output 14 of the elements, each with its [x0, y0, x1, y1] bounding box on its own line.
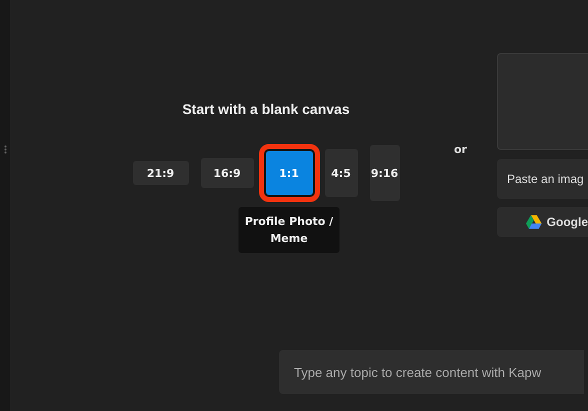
- paste-image-button[interactable]: Paste an imag: [497, 159, 588, 199]
- section-title: Start with a blank canvas: [182, 101, 350, 117]
- aspect-ratio-button[interactable]: 1:1: [266, 151, 312, 195]
- aspect-ratio-button[interactable]: 9:16: [370, 145, 400, 201]
- drag-handle-icon[interactable]: [4, 145, 6, 154]
- or-label: or: [454, 142, 468, 158]
- google-drive-button[interactable]: Google: [497, 207, 588, 237]
- drive-icon: [526, 215, 542, 229]
- tooltip: Profile Photo / Meme: [238, 207, 340, 253]
- google-label: Google: [546, 215, 588, 229]
- aspect-ratio-button[interactable]: 16:9: [200, 158, 254, 188]
- topic-input-field[interactable]: Type any topic to create content with Kapw: [279, 350, 584, 394]
- aspect-ratio-button[interactable]: 21:9: [132, 161, 188, 185]
- aspect-ratio-button[interactable]: 4:5: [324, 149, 358, 197]
